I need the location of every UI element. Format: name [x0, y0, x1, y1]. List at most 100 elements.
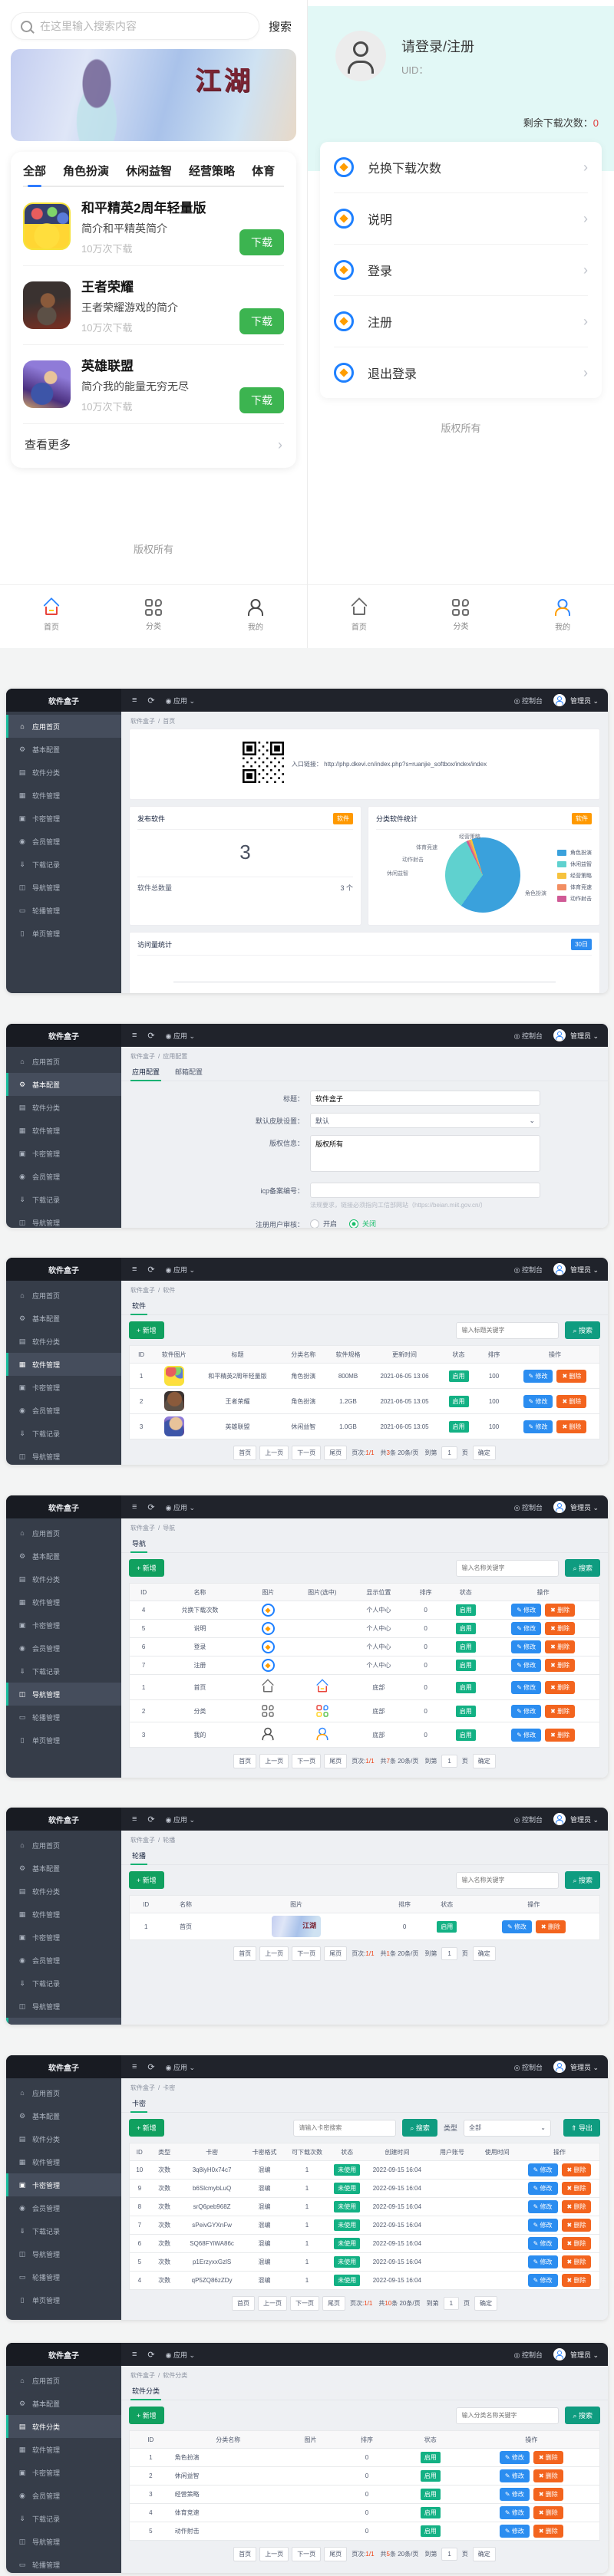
pager-button[interactable]: 下一页: [292, 1754, 321, 1768]
pager-button[interactable]: 上一页: [259, 1946, 289, 1961]
admin-user-menu[interactable]: 管理员 ⌄: [570, 1031, 599, 1041]
delete-button[interactable]: ✖ 删除: [545, 1640, 575, 1653]
sidebar-item-导航管理[interactable]: ◫导航管理: [6, 1445, 121, 1465]
form-textarea[interactable]: [310, 1135, 540, 1172]
sidebar-item-卡密管理[interactable]: ▣卡密管理: [6, 807, 121, 830]
refresh-icon[interactable]: ⟳: [147, 1502, 154, 1512]
delete-button[interactable]: ✖ 删除: [533, 2451, 563, 2464]
tab-导航[interactable]: 导航: [130, 1535, 147, 1552]
sidebar-item-基本配置[interactable]: ⚙基本配置: [6, 2392, 121, 2415]
sidebar-item-单页管理[interactable]: ▯单页管理: [6, 1729, 121, 1752]
avatar[interactable]: [335, 31, 386, 81]
table-search-button[interactable]: ⌕ 搜索: [565, 1871, 600, 1889]
console-link[interactable]: ◎ 控制台: [514, 696, 543, 706]
download-button[interactable]: 下载: [239, 387, 284, 413]
delete-button[interactable]: ✖ 删除: [545, 1604, 575, 1617]
sidebar-item-应用首页[interactable]: ⌂应用首页: [6, 1522, 121, 1545]
sidebar-item-软件管理[interactable]: ▦软件管理: [6, 1903, 121, 1926]
sidebar-item-卡密管理[interactable]: ▣卡密管理: [6, 2461, 121, 2484]
tab-休闲益智[interactable]: 休闲益智: [126, 163, 172, 186]
add-button[interactable]: + 新增: [129, 2119, 164, 2137]
console-link[interactable]: ◎ 控制台: [514, 1265, 543, 1275]
pager-button[interactable]: 上一页: [258, 2296, 287, 2311]
breadcrumb-item[interactable]: 软件盒子: [130, 1837, 155, 1844]
download-button[interactable]: 下载: [239, 308, 284, 334]
breadcrumb-item[interactable]: 软件盒子: [130, 1287, 155, 1294]
refresh-icon[interactable]: ⟳: [147, 1031, 154, 1041]
admin-avatar[interactable]: [553, 1029, 566, 1041]
sidebar-item-软件分类[interactable]: ▤软件分类: [6, 1568, 121, 1591]
sidebar-item-基本配置[interactable]: ⚙基本配置: [6, 1857, 121, 1880]
admin-avatar[interactable]: [553, 2061, 566, 2073]
refresh-icon[interactable]: ⟳: [147, 2350, 154, 2360]
delete-button[interactable]: ✖ 删除: [545, 1729, 575, 1742]
sidebar-item-软件管理[interactable]: ▦软件管理: [6, 1119, 121, 1142]
edit-button[interactable]: ✎ 修改: [528, 2237, 558, 2250]
pager-goto-input[interactable]: 1: [441, 1755, 457, 1768]
sidebar-item-导航管理[interactable]: ◫导航管理: [6, 876, 121, 899]
edit-button[interactable]: ✎ 修改: [500, 2488, 530, 2501]
sidebar-item-软件分类[interactable]: ▤软件分类: [6, 1096, 121, 1119]
sidebar-item-基本配置[interactable]: ⚙基本配置: [6, 2104, 121, 2127]
console-link[interactable]: ◎ 控制台: [514, 1502, 543, 1512]
sidebar-item-软件分类[interactable]: ▤软件分类: [6, 1880, 121, 1903]
breadcrumb-item[interactable]: 软件盒子: [130, 2084, 155, 2091]
delete-button[interactable]: ✖ 删除: [545, 1681, 575, 1694]
refresh-icon[interactable]: ⟳: [147, 2062, 154, 2072]
edit-button[interactable]: ✎ 修改: [502, 1920, 532, 1933]
pager-confirm-button[interactable]: 确定: [473, 2547, 496, 2561]
menu-item-退出登录[interactable]: 退出登录›: [334, 347, 588, 398]
sidebar-item-下载记录[interactable]: ⇓下载记录: [6, 2219, 121, 2242]
app-menu[interactable]: ◉ 应用 ⌄: [166, 696, 195, 706]
pager-button[interactable]: 尾页: [324, 1754, 347, 1768]
pager-button[interactable]: 首页: [233, 1446, 256, 1460]
pager-button[interactable]: 尾页: [322, 2296, 345, 2311]
edit-button[interactable]: ✎ 修改: [511, 1640, 541, 1653]
collapse-menu-icon[interactable]: ≡: [132, 2062, 137, 2071]
sidebar-item-会员管理[interactable]: ◉会员管理: [6, 830, 121, 853]
pager-button[interactable]: 上一页: [259, 1446, 289, 1460]
edit-button[interactable]: ✎ 修改: [500, 2451, 530, 2464]
pager-button[interactable]: 下一页: [292, 1446, 321, 1460]
pager-button[interactable]: 首页: [233, 2547, 256, 2561]
admin-avatar[interactable]: [553, 1263, 566, 1275]
breadcrumb-item[interactable]: 软件盒子: [130, 1053, 155, 1060]
radio-关闭[interactable]: 关闭: [349, 1219, 376, 1228]
collapse-menu-icon[interactable]: ≡: [132, 1502, 137, 1512]
sidebar-item-导航管理[interactable]: ◫导航管理: [6, 1211, 121, 1228]
refresh-icon[interactable]: ⟳: [147, 1814, 154, 1824]
sidebar-item-下载记录[interactable]: ⇓下载记录: [6, 853, 121, 876]
delete-button[interactable]: ✖ 删除: [545, 1705, 575, 1718]
pager-confirm-button[interactable]: 确定: [473, 1754, 496, 1768]
pager-button[interactable]: 尾页: [324, 1446, 347, 1460]
search-button[interactable]: 搜索: [259, 18, 296, 35]
table-search-input[interactable]: [456, 1872, 559, 1889]
sidebar-item-基本配置[interactable]: ⚙基本配置: [6, 1545, 121, 1568]
add-button[interactable]: + 新增: [129, 1559, 164, 1577]
sidebar-item-软件管理[interactable]: ▦软件管理: [6, 1353, 121, 1376]
login-register-link[interactable]: 请登录/注册: [401, 36, 474, 56]
pager-button[interactable]: 下一页: [292, 2547, 321, 2561]
delete-button[interactable]: ✖ 删除: [562, 2200, 592, 2213]
admin-user-menu[interactable]: 管理员 ⌄: [570, 2350, 599, 2360]
sidebar-item-软件管理[interactable]: ▦软件管理: [6, 2150, 121, 2173]
admin-user-menu[interactable]: 管理员 ⌄: [570, 1814, 599, 1824]
view-more-row[interactable]: 查看更多 ›: [23, 424, 284, 465]
app-menu[interactable]: ◉ 应用 ⌄: [166, 1265, 195, 1275]
tab-轮播[interactable]: 轮播: [130, 1847, 147, 1864]
sidebar-item-软件分类[interactable]: ▤软件分类: [6, 1330, 121, 1353]
menu-item-兑换下载次数[interactable]: 兑换下载次数›: [334, 142, 588, 193]
sidebar-item-应用首页[interactable]: ⌂应用首页: [6, 1050, 121, 1073]
menu-item-登录[interactable]: 登录›: [334, 245, 588, 296]
edit-button[interactable]: ✎ 修改: [528, 2255, 558, 2268]
menu-item-说明[interactable]: 说明›: [334, 193, 588, 245]
radio-开启[interactable]: 开启: [310, 1219, 337, 1228]
admin-user-menu[interactable]: 管理员 ⌄: [570, 1265, 599, 1275]
table-search-input[interactable]: [456, 1322, 559, 1339]
edit-button[interactable]: ✎ 修改: [523, 1420, 553, 1433]
sidebar-item-下载记录[interactable]: ⇓下载记录: [6, 1422, 121, 1445]
tab-软件[interactable]: 软件: [130, 1298, 147, 1314]
sidebar-item-导航管理[interactable]: ◫导航管理: [6, 2242, 121, 2265]
export-button[interactable]: ⇑ 导出: [563, 2119, 600, 2137]
pager-confirm-button[interactable]: 确定: [474, 2296, 497, 2311]
